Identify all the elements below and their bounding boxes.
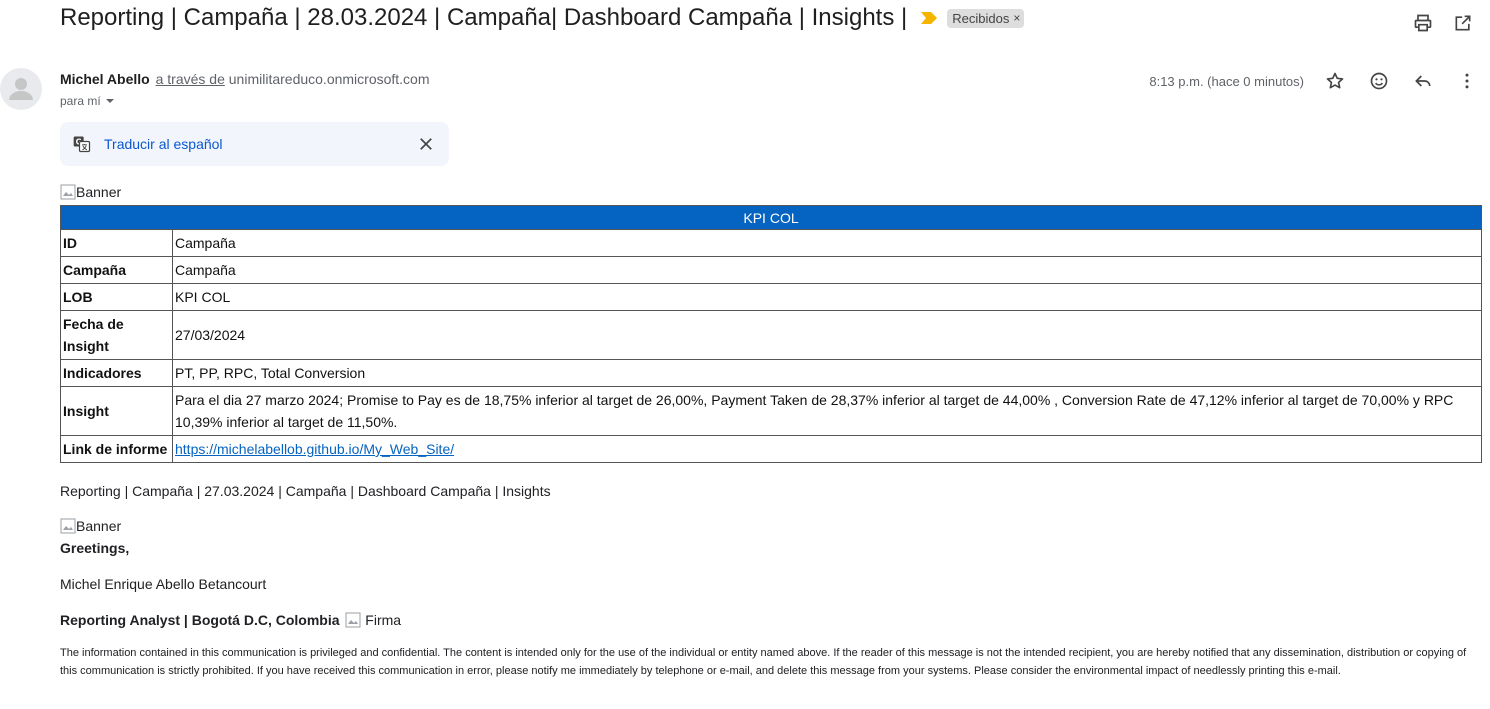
table-row: LOB KPI COL [60, 283, 1482, 311]
row-value: PT, PP, RPC, Total Conversion [172, 359, 1482, 387]
signature-title: Reporting Analyst | Bogotá D.C, Colombia [60, 612, 340, 628]
row-key: Link de informe [60, 435, 173, 463]
emoji-icon[interactable] [1368, 70, 1390, 92]
banner-image-2: Banner [60, 518, 121, 534]
subject-actions [1412, 12, 1474, 34]
row-value: Campaña [172, 229, 1482, 257]
greeting: Greetings, [60, 540, 130, 556]
report-link[interactable]: https://michelabellob.github.io/My_Web_S… [175, 441, 454, 457]
subject-text: Reporting | Campaña | 28.03.2024 | Campa… [60, 4, 908, 31]
banner-image: Banner [60, 184, 121, 200]
close-icon[interactable] [417, 135, 435, 153]
chevron-down-icon [105, 99, 114, 103]
label-remove-button[interactable]: × [1013, 11, 1020, 25]
star-icon[interactable] [1324, 70, 1346, 92]
legal-disclaimer: The information contained in this commun… [60, 647, 1467, 677]
label-chip-inbox: Recibidos × [947, 8, 1025, 28]
body-subject-line: Reporting | Campaña | 27.03.2024 | Campa… [60, 483, 551, 499]
email-subject: Reporting | Campaña | 28.03.2024 | Campa… [60, 4, 1025, 32]
table-row: Insight Para el dia 27 marzo 2024; Promi… [60, 386, 1482, 436]
translate-link[interactable]: Traducir al español [104, 136, 223, 152]
sender-line: Michel Abello a través de unimilitareduc… [60, 71, 430, 87]
signature-image-alt: Firma [365, 612, 402, 628]
kpi-table: KPI COL ID Campaña Campaña Campaña LOB K… [60, 205, 1482, 463]
row-value: Campaña [172, 256, 1482, 284]
broken-image-icon [345, 612, 361, 628]
signature-name: Michel Enrique Abello Betancourt [60, 576, 267, 592]
reply-icon[interactable] [1412, 70, 1434, 92]
broken-image-icon [60, 518, 76, 534]
row-key: Campaña [60, 256, 173, 284]
open-in-new-window-icon[interactable] [1452, 12, 1474, 34]
sender-name[interactable]: Michel Abello [60, 71, 150, 87]
banner-alt-text: Banner [76, 518, 122, 534]
banner-alt-text: Banner [76, 184, 122, 200]
row-key: LOB [60, 283, 173, 311]
row-value: Para el dia 27 marzo 2024; Promise to Pa… [172, 386, 1482, 436]
row-key: Insight [60, 386, 173, 436]
print-icon[interactable] [1412, 12, 1434, 34]
importance-marker-icon[interactable] [921, 12, 938, 24]
row-value: 27/03/2024 [172, 310, 1482, 360]
label-chip-text: Recibidos [952, 10, 1010, 26]
more-vert-icon[interactable] [1456, 70, 1478, 92]
sender-via-link[interactable]: a través de [156, 71, 225, 87]
translate-bar: G Traducir al español [60, 122, 449, 166]
broken-image-icon [60, 184, 76, 200]
row-value: https://michelabellob.github.io/My_Web_S… [172, 435, 1482, 463]
row-key: ID [60, 229, 173, 257]
message-actions: 8:13 p.m. (hace 0 minutos) [1149, 70, 1478, 92]
table-row: Fecha de Insight 27/03/2024 [60, 310, 1482, 360]
table-row: Link de informe https://michelabellob.gi… [60, 435, 1482, 463]
row-key: Indicadores [60, 359, 173, 387]
kpi-table-header: KPI COL [60, 205, 1482, 230]
row-value: KPI COL [172, 283, 1482, 311]
table-row: Campaña Campaña [60, 256, 1482, 284]
translate-icon: G [73, 136, 91, 153]
row-key: Fecha de Insight [60, 310, 173, 360]
sender-domain: unimilitareduco.onmicrosoft.com [228, 71, 430, 87]
sender-avatar[interactable] [0, 68, 42, 110]
recipient-details-toggle[interactable]: para mí [60, 94, 115, 108]
recipient-text: para mí [60, 94, 101, 108]
message-time: 8:13 p.m. (hace 0 minutos) [1149, 73, 1304, 89]
table-row: ID Campaña [60, 229, 1482, 257]
person-icon [9, 78, 33, 100]
signature-title-line: Reporting Analyst | Bogotá D.C, Colombia… [60, 612, 401, 628]
table-row: Indicadores PT, PP, RPC, Total Conversio… [60, 359, 1482, 387]
